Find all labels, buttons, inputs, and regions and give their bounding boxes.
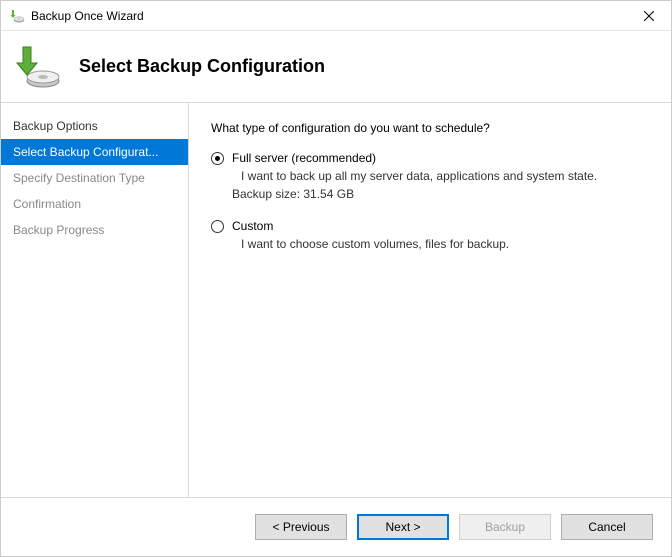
radio-custom[interactable] [211,220,224,233]
close-button[interactable] [626,1,671,30]
next-button[interactable]: Next > [357,514,449,540]
content-pane: What type of configuration do you want t… [189,103,671,497]
cancel-button[interactable]: Cancel [561,514,653,540]
step-backup-progress: Backup Progress [1,217,188,243]
option-full-server-size: Backup size: 31.54 GB [232,187,649,201]
radio-full-server[interactable] [211,152,224,165]
option-full-server-desc: I want to back up all my server data, ap… [241,169,649,183]
option-full-server-label: Full server (recommended) [232,151,376,165]
window-title: Backup Once Wizard [31,9,626,23]
option-full-server[interactable]: Full server (recommended) I want to back… [211,151,649,201]
wizard-header-icon [13,43,61,91]
previous-button[interactable]: < Previous [255,514,347,540]
prompt-text: What type of configuration do you want t… [211,121,649,135]
step-backup-options[interactable]: Backup Options [1,113,188,139]
option-custom-label: Custom [232,219,273,233]
option-custom-desc: I want to choose custom volumes, files f… [241,237,649,251]
page-title: Select Backup Configuration [79,56,325,77]
wizard-steps-sidebar: Backup Options Select Backup Configurat.… [1,103,189,497]
option-custom[interactable]: Custom I want to choose custom volumes, … [211,219,649,251]
step-specify-destination-type: Specify Destination Type [1,165,188,191]
app-icon [9,8,25,24]
step-select-backup-configuration[interactable]: Select Backup Configurat... [1,139,188,165]
step-confirmation: Confirmation [1,191,188,217]
backup-button: Backup [459,514,551,540]
